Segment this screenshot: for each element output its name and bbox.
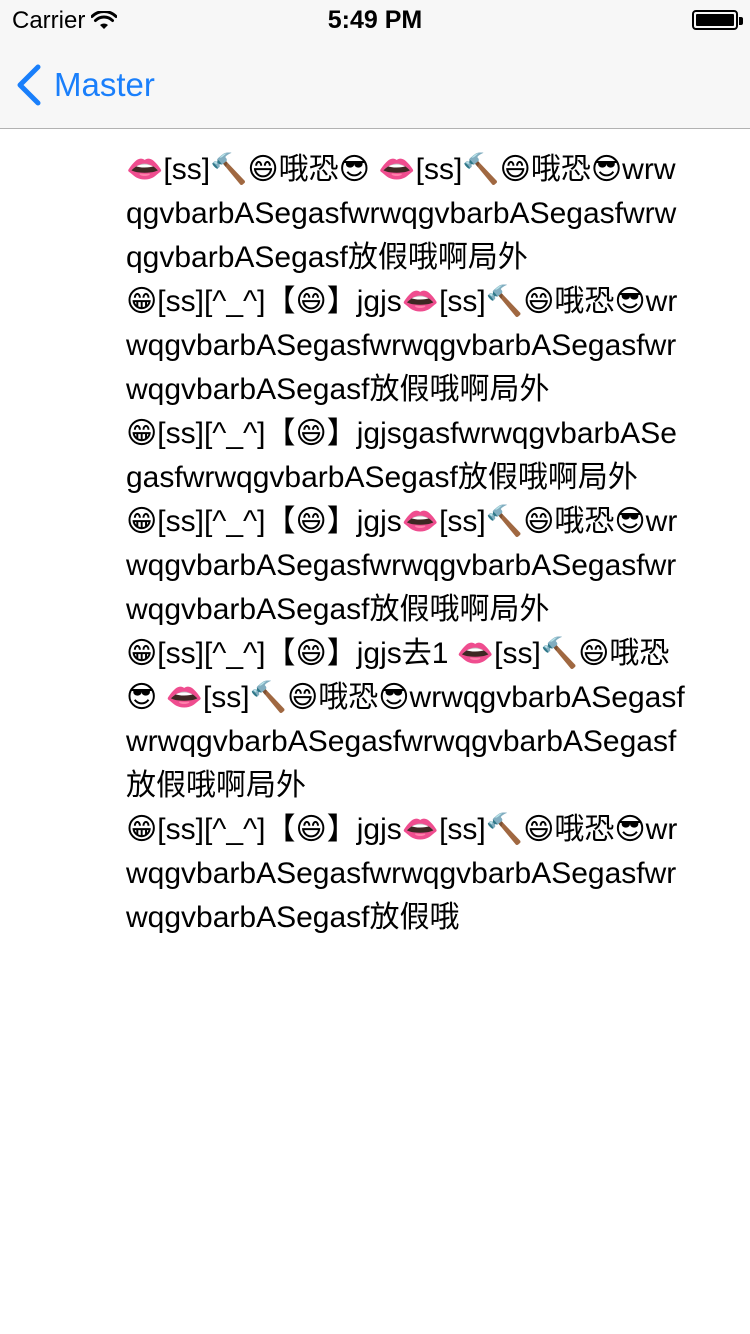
navigation-bar: Master xyxy=(0,40,750,129)
chevron-left-icon xyxy=(17,64,41,106)
message-text: 😁[ss][^_^]【😄】jgjs👄[ss]🔨😄哦恐😎wrwqgvbarbASe… xyxy=(126,813,678,934)
message-text: 😁[ss][^_^]【😄】jgjs去1 👄[ss]🔨😄哦恐😎 👄[ss]🔨😄哦恐… xyxy=(126,637,685,802)
status-bar: Carrier 5:49 PM xyxy=(0,0,750,40)
message-text: 😁[ss][^_^]【😄】jgjs👄[ss]🔨😄哦恐😎wrwqgvbarbASe… xyxy=(126,285,678,406)
message-text: 👄[ss]🔨😄哦恐😎 👄[ss]🔨😄哦恐😎wrwqgvbarbASegasfwr… xyxy=(126,153,677,274)
status-time: 5:49 PM xyxy=(327,6,423,34)
battery-icon xyxy=(692,10,743,30)
message-list: 👄[ss]🔨😄哦恐😎 👄[ss]🔨😄哦恐😎wrwqgvbarbASegasfwr… xyxy=(126,148,686,940)
message-text: 😁[ss][^_^]【😄】jgjsgasfwrwqgvbarbASegasfwr… xyxy=(126,417,677,494)
message-text: 😁[ss][^_^]【😄】jgjs👄[ss]🔨😄哦恐😎wrwqgvbarbASe… xyxy=(126,505,678,626)
back-button[interactable]: Master xyxy=(16,64,155,106)
back-button-label: Master xyxy=(54,66,155,103)
